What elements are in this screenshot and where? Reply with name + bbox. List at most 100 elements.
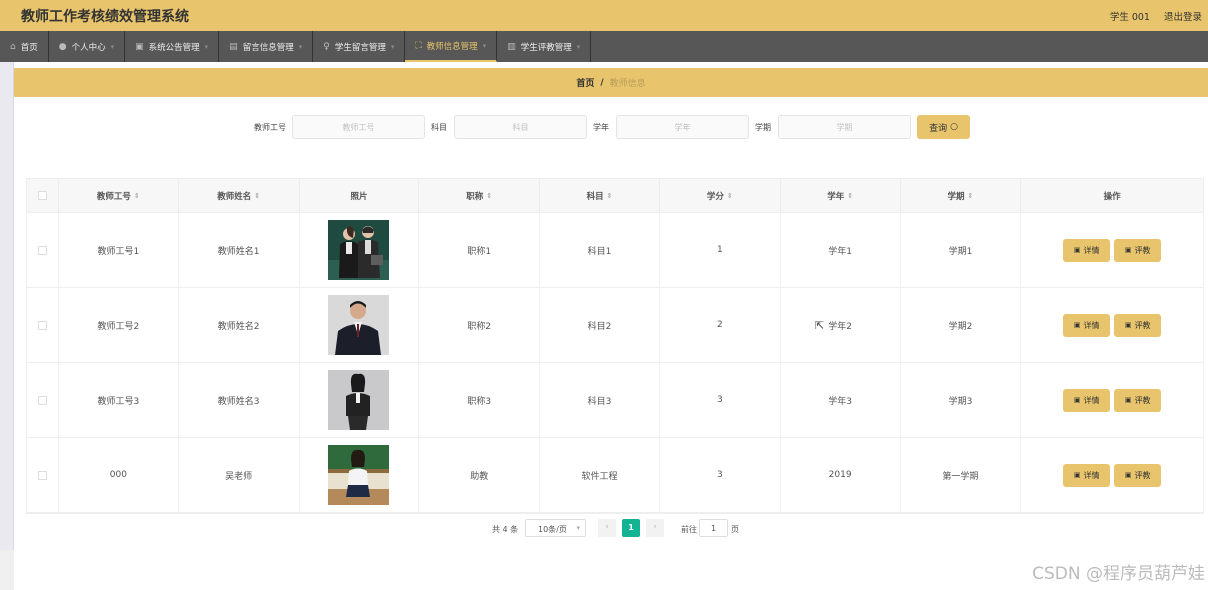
page-size-select[interactable]: 10条/页 ▾ [525,519,586,537]
search-bar: 教师工号 教师工号 科目 科目 学年 学年 学期 学期 查询 ○ [14,115,1208,140]
nav-item-profile[interactable]: ● 个人中心 ▾ [49,31,126,62]
column-header[interactable]: 学分 ⇕ [660,179,781,212]
current-user[interactable]: 学生 001 [1110,9,1150,23]
document-icon: ▣ [1124,396,1132,404]
evaluate-button[interactable]: ▣ 评教 [1114,388,1162,412]
sort-icon: ⇕ [967,191,974,200]
table-row: 教师工号1 教师姓名1 职称1 科目1 1 学年1 学期1 ▣ 详情 ▣ 评教 [27,213,1203,288]
cell-teacher-name: 教师姓名1 [179,213,300,287]
detail-button[interactable]: ▣ 详情 [1063,313,1111,337]
breadcrumb-separator: / [600,77,604,88]
breadcrumb: 首页 / 教师信息 [14,68,1208,97]
document-icon: ▣ [1124,246,1132,254]
document-icon: ▣ [1073,471,1081,479]
page-suffix: 页 [731,525,739,534]
column-header[interactable]: 职称 ⇕ [419,179,541,212]
search-input-term[interactable]: 学期 [778,115,911,139]
cell-teacher-name: 教师姓名3 [179,363,300,437]
chevron-down-icon: ▾ [204,42,209,51]
cell-teacher-name: 教师姓名2 [179,288,300,362]
nav-item-student-messages[interactable]: ♀ 学生留言管理 ▾ [313,31,406,62]
nav-item-messages[interactable]: ▤ 留言信息管理 ▾ [219,31,314,62]
table-row: 教师工号2 教师姓名2 职称2 科目2 2 学年2 学期2 ▣ 详情 ▣ 评教 [27,288,1203,363]
sort-icon: ⇕ [254,191,261,200]
row-checkbox[interactable] [37,320,47,330]
cell-subject: 科目1 [540,213,660,287]
top-header: 教师工作考核绩效管理系统 学生 001 退出登录 [0,0,1208,31]
app-title: 教师工作考核绩效管理系统 [21,8,189,25]
cell-credit: 2 [660,288,781,362]
chevron-down-icon: ▾ [576,524,580,532]
photo-teacher-classroom-icon[interactable] [328,445,390,505]
column-header[interactable]: 教师姓名 ⇕ [179,179,300,212]
nav-item-home[interactable]: ⌂ 首页 [0,31,49,62]
select-all-checkbox[interactable] [37,191,47,200]
cell-credit: 1 [660,213,781,287]
search-input-year[interactable]: 学年 [616,115,749,139]
sort-icon: ⇕ [726,191,733,200]
chevron-down-icon: ▾ [110,42,115,51]
cell-subject: 科目3 [540,363,660,437]
document-icon: ▣ [1124,321,1132,329]
main-content: 首页 / 教师信息 教师工号 教师工号 科目 科目 学年 学年 学期 学期 查询… [14,62,1208,590]
photo-two-people-icon[interactable] [328,220,390,280]
document-icon: ▣ [1073,246,1081,254]
cell-teacher-name: 吴老师 [179,438,300,512]
goto-page-input[interactable]: 1 [699,519,728,537]
row-checkbox[interactable] [37,470,47,480]
cell-title: 助教 [419,438,541,512]
expand-icon: ⛶ [415,40,422,51]
detail-button[interactable]: ▣ 详情 [1063,238,1111,262]
column-header[interactable]: 学年 ⇕ [781,179,901,212]
nav-item-notice[interactable]: ▣ 系统公告管理 ▾ [125,31,220,62]
pagination-total: 共 4 条 [492,525,519,534]
logout-link[interactable]: 退出登录 [1164,9,1202,23]
column-header[interactable]: 科目 ⇕ [540,179,660,212]
sort-icon: ⇕ [133,191,140,200]
evaluate-button[interactable]: ▣ 评教 [1114,313,1162,337]
sort-icon: ⇕ [847,191,854,200]
cell-title: 职称3 [419,363,541,437]
current-page-button[interactable]: 1 [622,519,640,537]
column-header: 操作 [1103,191,1121,202]
cell-term: 第一学期 [901,438,1022,512]
nav-item-teacher-info[interactable]: ⛶ 教师信息管理 ▾ [405,31,498,62]
nav-item-evaluation[interactable]: ▥ 学生评教管理 ▾ [497,31,592,62]
next-page-button[interactable]: › [646,519,664,537]
cell-credit: 3 [660,438,781,512]
cell-title: 职称2 [419,288,541,362]
cell-teacher-id: 教师工号3 [59,363,179,437]
cell-title: 职称1 [419,213,541,287]
nav-label: 学生评教管理 [520,42,572,53]
search-input-subject[interactable]: 科目 [454,115,587,139]
column-header[interactable]: 学期 ⇕ [901,179,1022,212]
prev-page-button[interactable]: ‹ [598,519,616,537]
left-edge [0,62,14,550]
evaluate-button[interactable]: ▣ 评教 [1114,238,1162,262]
table-header: 教师工号 ⇕ 教师姓名 ⇕ 照片 职称 ⇕ 科目 ⇕ 学分 ⇕ 学年 ⇕ 学期 ⇕ 操作 [27,179,1203,213]
photo-woman-suit-icon[interactable] [328,370,390,430]
column-header[interactable]: 教师工号 ⇕ [59,179,179,212]
photo-man-suit-icon[interactable] [328,295,390,355]
home-icon: ⌂ [10,41,16,52]
breadcrumb-home[interactable]: 首页 [576,76,594,89]
search-input-teacher-id[interactable]: 教师工号 [292,115,425,139]
cell-term: 学期1 [901,213,1022,287]
cell-term: 学期3 [901,363,1022,437]
search-button[interactable]: 查询 ○ [917,115,970,139]
cell-year: 2019 [781,438,901,512]
teacher-table: 教师工号 ⇕ 教师姓名 ⇕ 照片 职称 ⇕ 科目 ⇕ 学分 ⇕ 学年 ⇕ 学期 ⇕ 操作 教师… [26,178,1204,514]
detail-button[interactable]: ▣ 详情 [1063,463,1111,487]
row-checkbox[interactable] [37,395,47,405]
row-checkbox[interactable] [37,245,47,255]
cell-term: 学期2 [901,288,1022,362]
watermark: CSDN @程序员葫芦娃 [1032,564,1205,584]
nav-label: 系统公告管理 [148,42,200,53]
table-row: 000 吴老师 助教 软件工程 3 2019 第一学期 ▣ 详情 ▣ 评教 [27,438,1203,513]
detail-button[interactable]: ▣ 详情 [1063,388,1111,412]
sort-icon: ⇕ [606,191,613,200]
nav-label: 教师信息管理 [426,41,478,52]
evaluate-button[interactable]: ▣ 评教 [1114,463,1162,487]
document-icon: ▣ [1073,321,1081,329]
cell-credit: 3 [660,363,781,437]
